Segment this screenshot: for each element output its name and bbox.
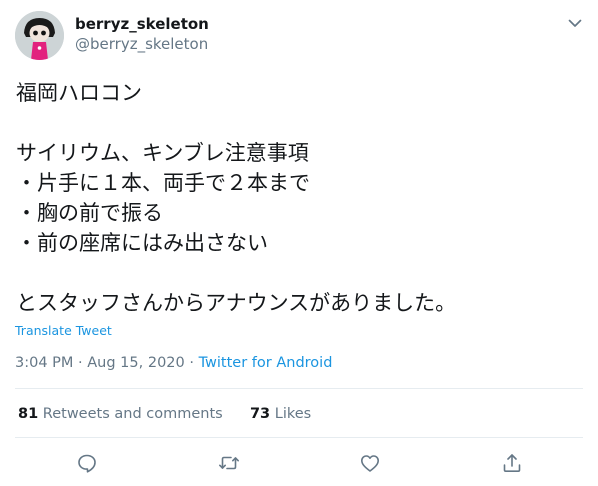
handle[interactable]: @berryz_skeleton: [75, 34, 209, 54]
chevron-down-icon[interactable]: [566, 14, 584, 32]
tweet-stats: 81 Retweets and comments 73 Likes: [18, 404, 311, 424]
likes-count: 73: [249, 406, 271, 422]
likes-stat[interactable]: 73 Likes: [250, 406, 311, 422]
tweet-author[interactable]: berryz_skeleton @berryz_skeleton: [75, 14, 209, 54]
likes-label: Likes: [274, 406, 312, 422]
display-name[interactable]: berryz_skeleton: [75, 14, 209, 34]
share-icon[interactable]: [500, 451, 524, 475]
tweet-text: 福岡ハロコン サイリウム、キンブレ注意事項 ・片手に１本、両手で２本まで ・胸の…: [16, 81, 457, 315]
tweet-card: berryz_skeleton @berryz_skeleton 福岡ハロコン …: [0, 0, 598, 486]
avatar[interactable]: [15, 11, 64, 60]
retweet-icon[interactable]: [217, 451, 241, 475]
avatar-image: [15, 11, 64, 60]
translate-tweet-link[interactable]: Translate Tweet: [15, 323, 112, 339]
tweet-timestamp[interactable]: 3:04 PM · Aug 15, 2020 ·: [15, 355, 199, 371]
divider: [15, 388, 583, 389]
heart-icon[interactable]: [358, 451, 382, 475]
retweets-count: 81: [18, 406, 39, 422]
tweet-metadata: 3:04 PM · Aug 15, 2020 · Twitter for And…: [15, 353, 332, 373]
retweets-label: Retweets and comments: [42, 406, 223, 422]
tweet-source-link[interactable]: Twitter for Android: [199, 355, 333, 371]
retweets-stat[interactable]: 81 Retweets and comments: [18, 406, 223, 422]
divider: [15, 437, 583, 438]
reply-icon[interactable]: [75, 451, 99, 475]
tweet-actions: [0, 448, 598, 478]
